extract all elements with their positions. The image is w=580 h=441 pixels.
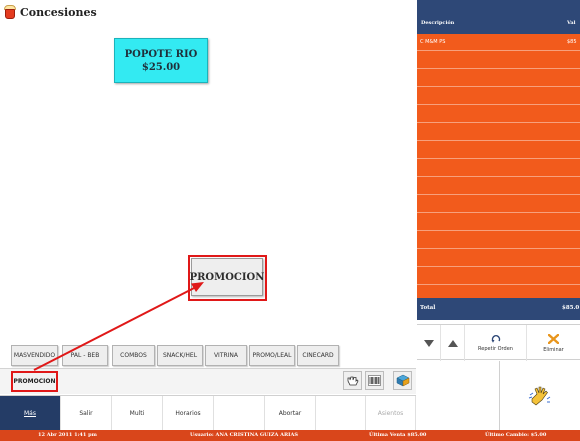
hand-cursor-icon	[347, 376, 359, 386]
repeat-order-button[interactable]: Repetir Orden	[465, 325, 527, 361]
triangle-up-icon	[447, 339, 458, 347]
box-icon	[395, 374, 410, 387]
repeat-order-label: Repetir Orden	[478, 345, 513, 352]
menu-abortar[interactable]: Abortar	[265, 396, 316, 431]
delete-button[interactable]: Eliminar	[527, 325, 580, 361]
selected-category-promocion[interactable]: PROMOCION	[11, 371, 58, 392]
order-row	[417, 196, 580, 213]
scroll-down-button[interactable]	[417, 325, 441, 361]
total-label: Total	[420, 305, 436, 311]
order-item-description: C M&M PS	[420, 39, 446, 45]
order-row	[417, 88, 580, 105]
order-row	[417, 70, 580, 87]
status-last-sale: Última Venta $85.00	[369, 432, 427, 438]
order-header: Descripción Val	[417, 0, 580, 34]
order-row	[417, 52, 580, 69]
app-title: Concesiones	[20, 5, 97, 19]
product-promocion[interactable]: PROMOCION	[189, 258, 265, 296]
column-valor: Val	[567, 20, 576, 26]
product-name: PROMOCION	[189, 271, 265, 283]
menu-empty-2[interactable]	[316, 396, 366, 431]
delete-label: Eliminar	[543, 346, 564, 353]
product-name: POPOTE RIO	[124, 48, 198, 60]
title-bar: Concesiones	[0, 0, 416, 24]
category-snack-hel[interactable]: SNACK/HEL	[157, 345, 203, 366]
order-row	[417, 178, 580, 195]
order-panel: Descripción Val C M&M PS $85	[417, 0, 580, 310]
order-row	[417, 232, 580, 249]
waving-hand-icon	[528, 386, 551, 405]
order-item-value: $85	[567, 39, 577, 45]
product-panel: POPOTE RIO $25.00 PROMOCION	[0, 24, 416, 342]
order-total: Total $85.0	[417, 298, 580, 320]
column-descripcion: Descripción	[421, 20, 455, 26]
order-side-blank	[417, 361, 499, 430]
status-bar: 12 Abr 2011 1:41 pm Usuario: ANA CRISTIN…	[0, 430, 580, 441]
triangle-down-icon	[423, 339, 434, 347]
category-promo-leal[interactable]: PROMO/LEAL	[249, 345, 295, 366]
category-combos[interactable]: COMBOS	[112, 345, 155, 366]
menu-bar: Más Salir Multi Horarios Abortar Asiento…	[0, 395, 416, 431]
product-popote-rio[interactable]: POPOTE RIO $25.00	[114, 38, 208, 83]
order-row	[417, 214, 580, 231]
order-actions: Repetir Orden Eliminar	[417, 324, 580, 361]
category-pal-beb[interactable]: PAL - BEB	[62, 345, 108, 366]
menu-empty-1[interactable]	[214, 396, 265, 431]
menu-asientos[interactable]: Asientos	[366, 396, 416, 431]
box-button[interactable]	[393, 371, 412, 390]
category-masvendido[interactable]: MASVENDIDO	[11, 345, 58, 366]
category-vitrina[interactable]: VITRINA	[205, 345, 247, 366]
assist-area[interactable]	[499, 361, 580, 430]
order-row	[417, 124, 580, 141]
order-row	[417, 106, 580, 123]
status-user: Usuario: ANA CRISTINA GUIZA ARIAS	[190, 432, 299, 438]
order-row	[417, 160, 580, 177]
order-row	[417, 142, 580, 159]
category-cinecard[interactable]: CINECARD	[297, 345, 339, 366]
barcode-icon	[368, 375, 381, 386]
hand-cursor-button[interactable]	[343, 371, 362, 390]
order-row	[417, 250, 580, 267]
popcorn-icon	[4, 5, 16, 19]
order-row	[417, 268, 580, 285]
category-tabs: MASVENDIDO PAL - BEB COMBOS SNACK/HEL VI…	[0, 345, 416, 367]
menu-horarios[interactable]: Horarios	[163, 396, 214, 431]
status-last-change: Último Cambio: $5.00	[485, 432, 547, 438]
delete-x-icon	[548, 333, 559, 344]
menu-mas[interactable]: Más	[0, 396, 61, 431]
menu-salir[interactable]: Salir	[61, 396, 112, 431]
menu-multi[interactable]: Multi	[112, 396, 163, 431]
barcode-button[interactable]	[365, 371, 384, 390]
product-price: $25.00	[141, 61, 181, 73]
scroll-up-button[interactable]	[441, 325, 465, 361]
total-value: $85.0	[562, 305, 580, 311]
status-datetime: 12 Abr 2011 1:41 pm	[38, 432, 97, 438]
repeat-icon	[491, 334, 500, 343]
